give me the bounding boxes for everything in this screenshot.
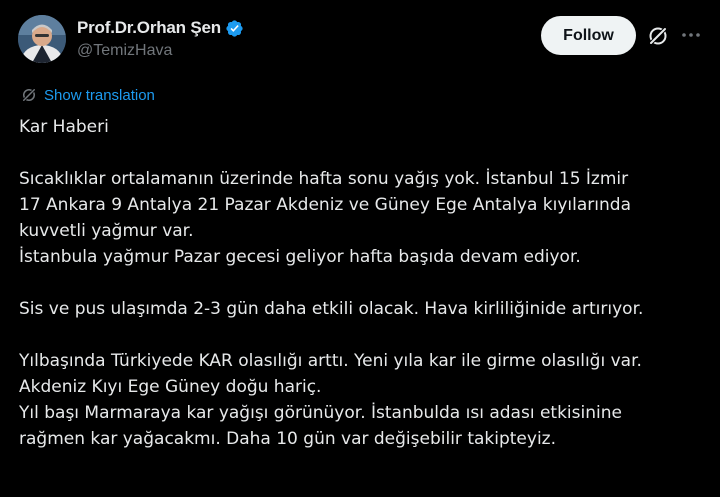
translation-row: Show translation (20, 86, 155, 104)
author-block: Prof.Dr.Orhan Şen @TemizHava (77, 16, 244, 60)
tweet-line: rağmen kar yağacakmı. Daha 10 gün var de… (19, 429, 557, 449)
tweet-line: Sis ve pus ulaşımda 2-3 gün daha etkili … (19, 299, 644, 319)
tweet-header: Prof.Dr.Orhan Şen @TemizHava Follow (0, 0, 720, 80)
tweet-line: kuvvetli yağmur var. (19, 221, 194, 241)
tweet-line: 17 Ankara 9 Antalya 21 Pazar Akdeniz ve … (19, 195, 631, 215)
follow-button[interactable]: Follow (541, 16, 636, 55)
show-translation-link[interactable]: Show translation (44, 87, 155, 104)
tweet-line: Sıcaklıklar ortalamanın üzerinde hafta s… (19, 169, 629, 189)
translate-icon (21, 87, 37, 103)
tweet-line: Yıl başı Marmaraya kar yağışı görünüyor.… (19, 403, 622, 423)
tweet-line: Kar Haberi (19, 117, 109, 137)
tweet-line: Yılbaşında Türkiyede KAR olasılığı arttı… (19, 351, 642, 371)
more-options-icon[interactable] (680, 27, 702, 43)
tweet-line: Akdeniz Kıyı Ege Güney doğu hariç. (19, 377, 322, 397)
tweet-text: Kar Haberi Sıcaklıklar ortalamanın üzeri… (19, 114, 714, 452)
grok-icon[interactable] (646, 24, 670, 48)
display-name[interactable]: Prof.Dr.Orhan Şen (77, 18, 221, 38)
avatar[interactable] (18, 15, 66, 63)
display-name-row: Prof.Dr.Orhan Şen (77, 16, 244, 40)
tweet-line: İstanbula yağmur Pazar gecesi geliyor ha… (19, 247, 581, 267)
author-handle[interactable]: @TemizHava (77, 42, 244, 60)
verified-badge-icon (226, 19, 243, 37)
